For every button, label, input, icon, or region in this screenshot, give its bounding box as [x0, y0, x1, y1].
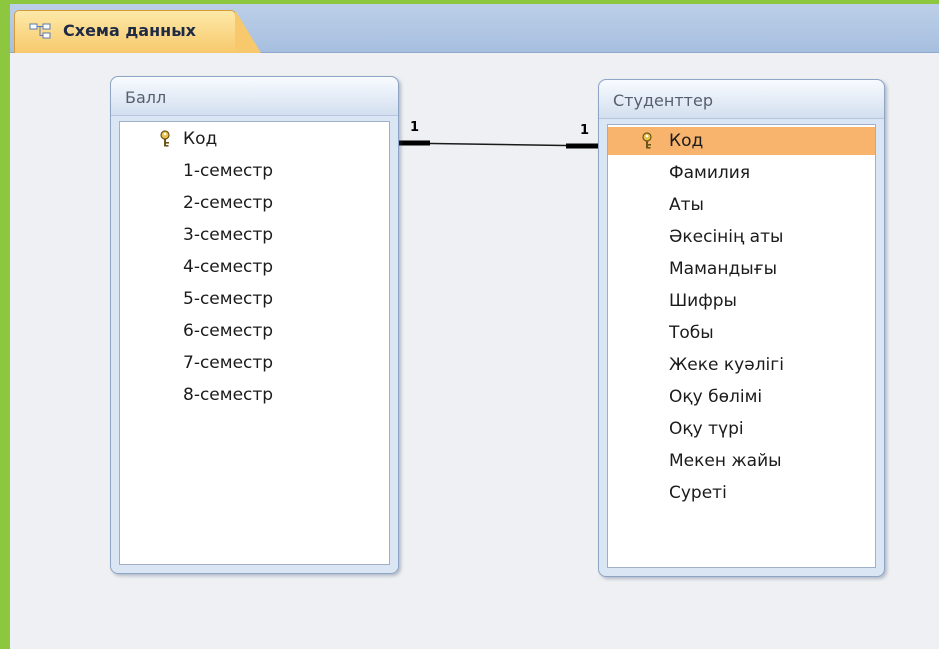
- field-row[interactable]: 3-семестр: [120, 221, 389, 249]
- field-row-kod-selected[interactable]: Код: [608, 127, 875, 155]
- field-label: Мамандығы: [669, 259, 778, 279]
- table-title: Балл: [125, 88, 167, 107]
- field-row[interactable]: Оқу бөлімі: [608, 383, 875, 411]
- field-label: 3-семестр: [183, 225, 274, 245]
- field-label: Код: [669, 131, 704, 151]
- field-label: 5-семестр: [183, 289, 274, 309]
- field-row[interactable]: Шифры: [608, 287, 875, 315]
- field-label: Мекен жайы: [669, 451, 782, 471]
- field-label: 8-семестр: [183, 385, 274, 405]
- field-label: Аты: [669, 195, 704, 215]
- field-label: Әкесінің аты: [669, 227, 784, 247]
- table-studentter[interactable]: Студенттер Код Фамилия Аты Әкесінің аты …: [598, 79, 885, 577]
- field-row[interactable]: 6-семестр: [120, 317, 389, 345]
- table-title: Студенттер: [613, 91, 713, 110]
- table-ball[interactable]: Балл Код 1-семестр 2-семестр 3-семестр 4…: [110, 76, 399, 574]
- table-title-bar[interactable]: Студенттер: [599, 80, 884, 119]
- field-row[interactable]: Тобы: [608, 319, 875, 347]
- field-row[interactable]: 7-семестр: [120, 349, 389, 377]
- right-cardinality-label: 1: [580, 123, 590, 138]
- field-label: 2-семестр: [183, 193, 274, 213]
- field-label: Тобы: [669, 323, 714, 343]
- field-row[interactable]: 1-семестр: [120, 157, 389, 185]
- field-label: 4-семестр: [183, 257, 274, 277]
- field-row[interactable]: 5-семестр: [120, 285, 389, 313]
- field-row[interactable]: Әкесінің аты: [608, 223, 875, 251]
- field-label: Шифры: [669, 291, 737, 311]
- field-row[interactable]: Суреті: [608, 479, 875, 507]
- table-title-bar[interactable]: Балл: [111, 77, 398, 116]
- field-row[interactable]: Мамандығы: [608, 255, 875, 283]
- field-row[interactable]: Оқу түрі: [608, 415, 875, 443]
- field-row[interactable]: 2-семестр: [120, 189, 389, 217]
- field-label: Код: [183, 129, 218, 149]
- relationships-window: Схема данных 1 1 Балл Код 1-семестр 2-се…: [10, 4, 939, 649]
- primary-key-icon: [642, 132, 652, 149]
- field-label: 1-семестр: [183, 161, 274, 181]
- field-label: Фамилия: [669, 163, 751, 183]
- field-label: Оқу түрі: [669, 419, 744, 439]
- field-list[interactable]: Код Фамилия Аты Әкесінің аты Мамандығы Ш…: [607, 124, 876, 568]
- field-row-kod[interactable]: Код: [120, 125, 389, 153]
- left-cardinality-label: 1: [410, 120, 420, 135]
- field-label: Суреті: [669, 483, 727, 503]
- primary-key-icon: [160, 130, 170, 147]
- field-row[interactable]: Фамилия: [608, 159, 875, 187]
- field-label: 6-семестр: [183, 321, 274, 341]
- field-list[interactable]: Код 1-семестр 2-семестр 3-семестр 4-семе…: [119, 121, 390, 565]
- field-label: 7-семестр: [183, 353, 274, 373]
- field-row[interactable]: Аты: [608, 191, 875, 219]
- field-row[interactable]: 4-семестр: [120, 253, 389, 281]
- field-label: Жеке куәлігі: [669, 355, 784, 375]
- field-row[interactable]: Жеке куәлігі: [608, 351, 875, 379]
- field-row[interactable]: 8-семестр: [120, 381, 389, 409]
- field-row[interactable]: Мекен жайы: [608, 447, 875, 475]
- field-label: Оқу бөлімі: [669, 387, 763, 407]
